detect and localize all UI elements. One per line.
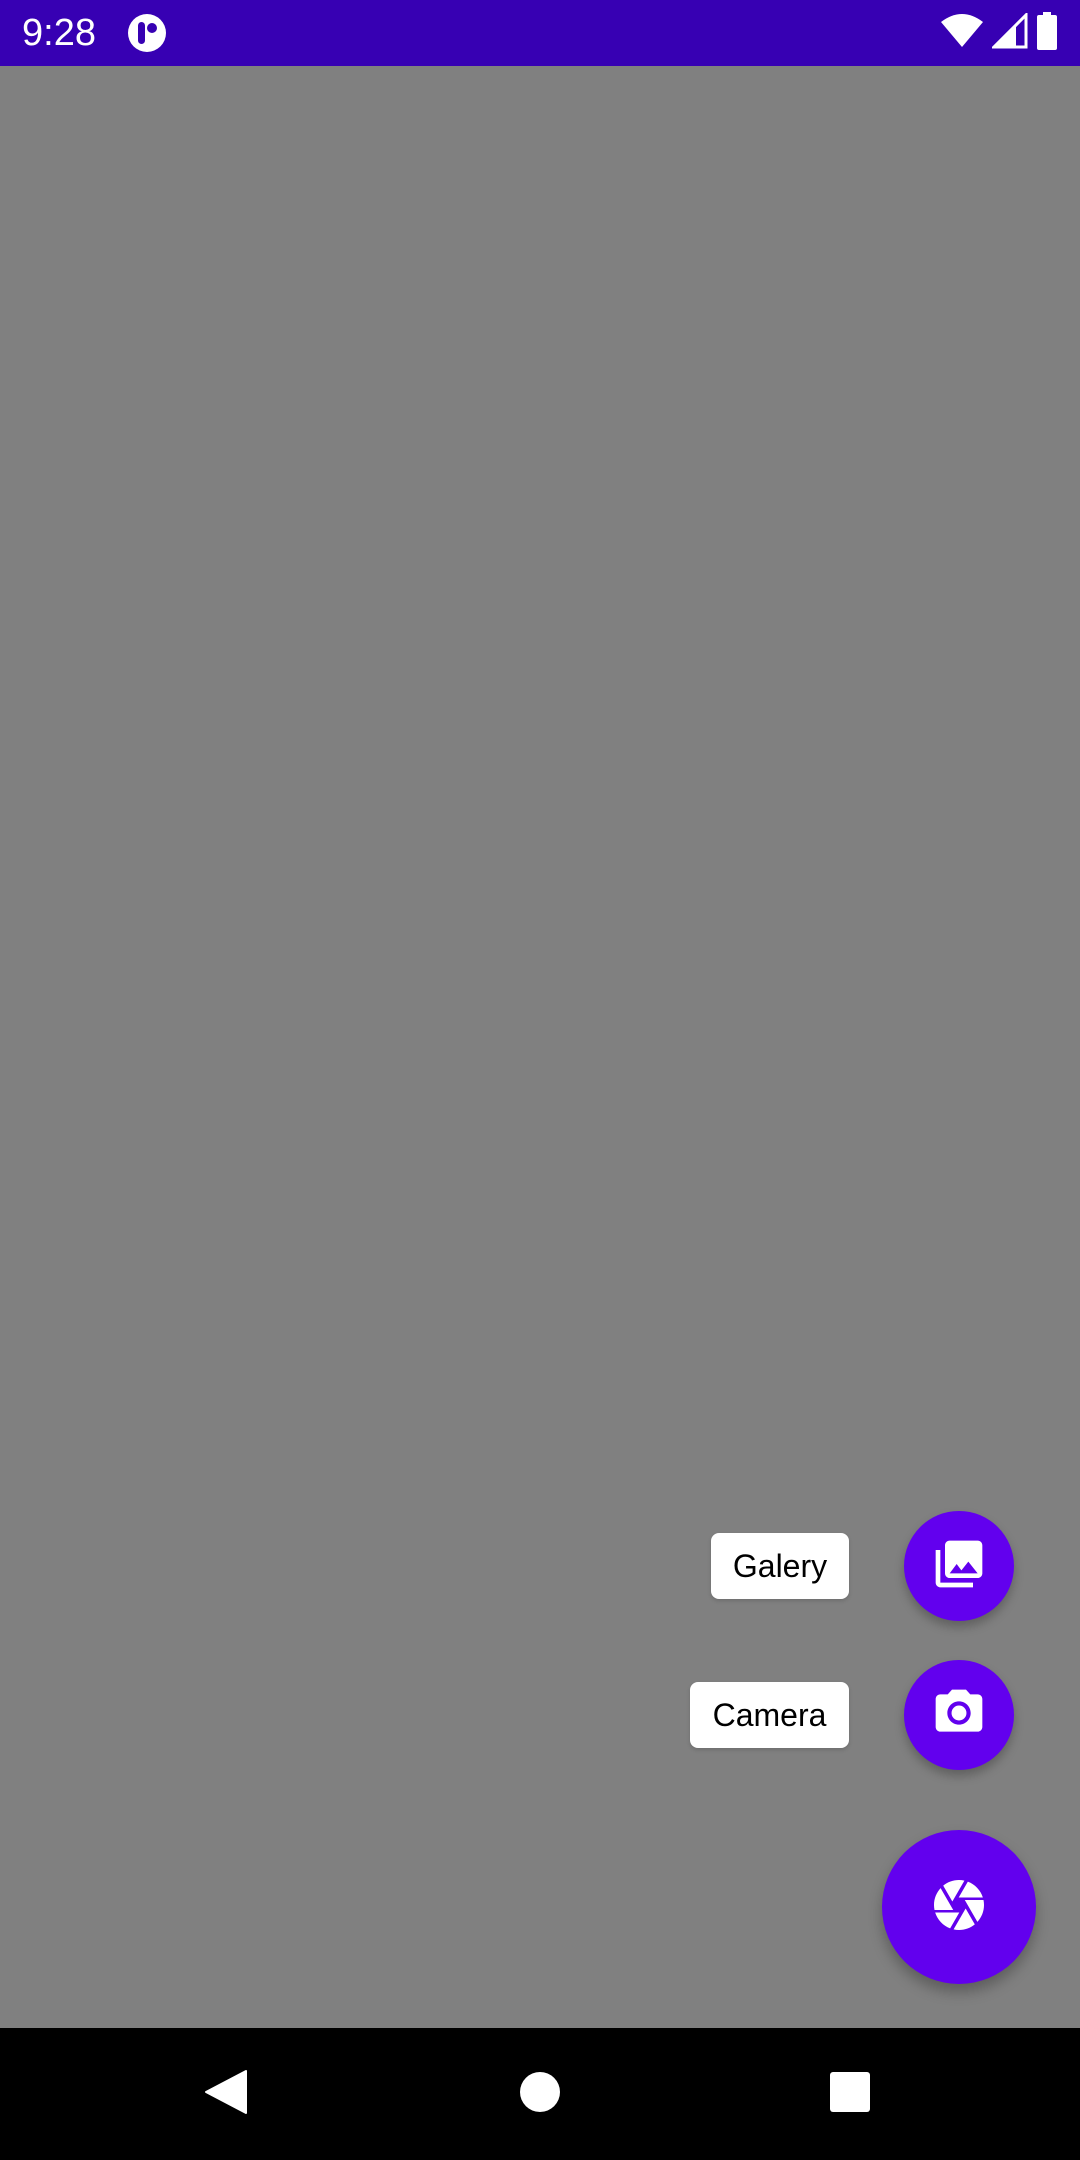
navigation-bar bbox=[0, 2028, 1080, 2160]
notification-app-icon bbox=[127, 13, 167, 53]
status-bar: 9:28 bbox=[0, 0, 1080, 66]
gallery-fab-button[interactable] bbox=[904, 1511, 1014, 1621]
photo-library-icon bbox=[931, 1536, 987, 1597]
app-screen: 9:28 Galery Camera bbox=[0, 0, 1080, 2160]
recents-button[interactable] bbox=[784, 2028, 916, 2160]
camera-shutter-icon bbox=[929, 1875, 989, 1940]
camera-label[interactable]: Camera bbox=[690, 1682, 849, 1748]
main-fab-button[interactable] bbox=[882, 1830, 1036, 1984]
back-button[interactable] bbox=[160, 2028, 292, 2160]
camera-fab-button[interactable] bbox=[904, 1660, 1014, 1770]
battery-icon bbox=[1036, 11, 1058, 55]
status-time: 9:28 bbox=[22, 12, 96, 54]
wifi-icon bbox=[940, 13, 984, 54]
status-icons bbox=[940, 10, 1058, 55]
home-button[interactable] bbox=[474, 2028, 606, 2160]
home-icon bbox=[519, 2071, 561, 2118]
cell-signal-icon bbox=[990, 10, 1028, 54]
camera-icon bbox=[931, 1685, 987, 1746]
gallery-label[interactable]: Galery bbox=[711, 1533, 849, 1599]
recents-icon bbox=[829, 2071, 871, 2118]
back-icon bbox=[204, 2069, 248, 2120]
